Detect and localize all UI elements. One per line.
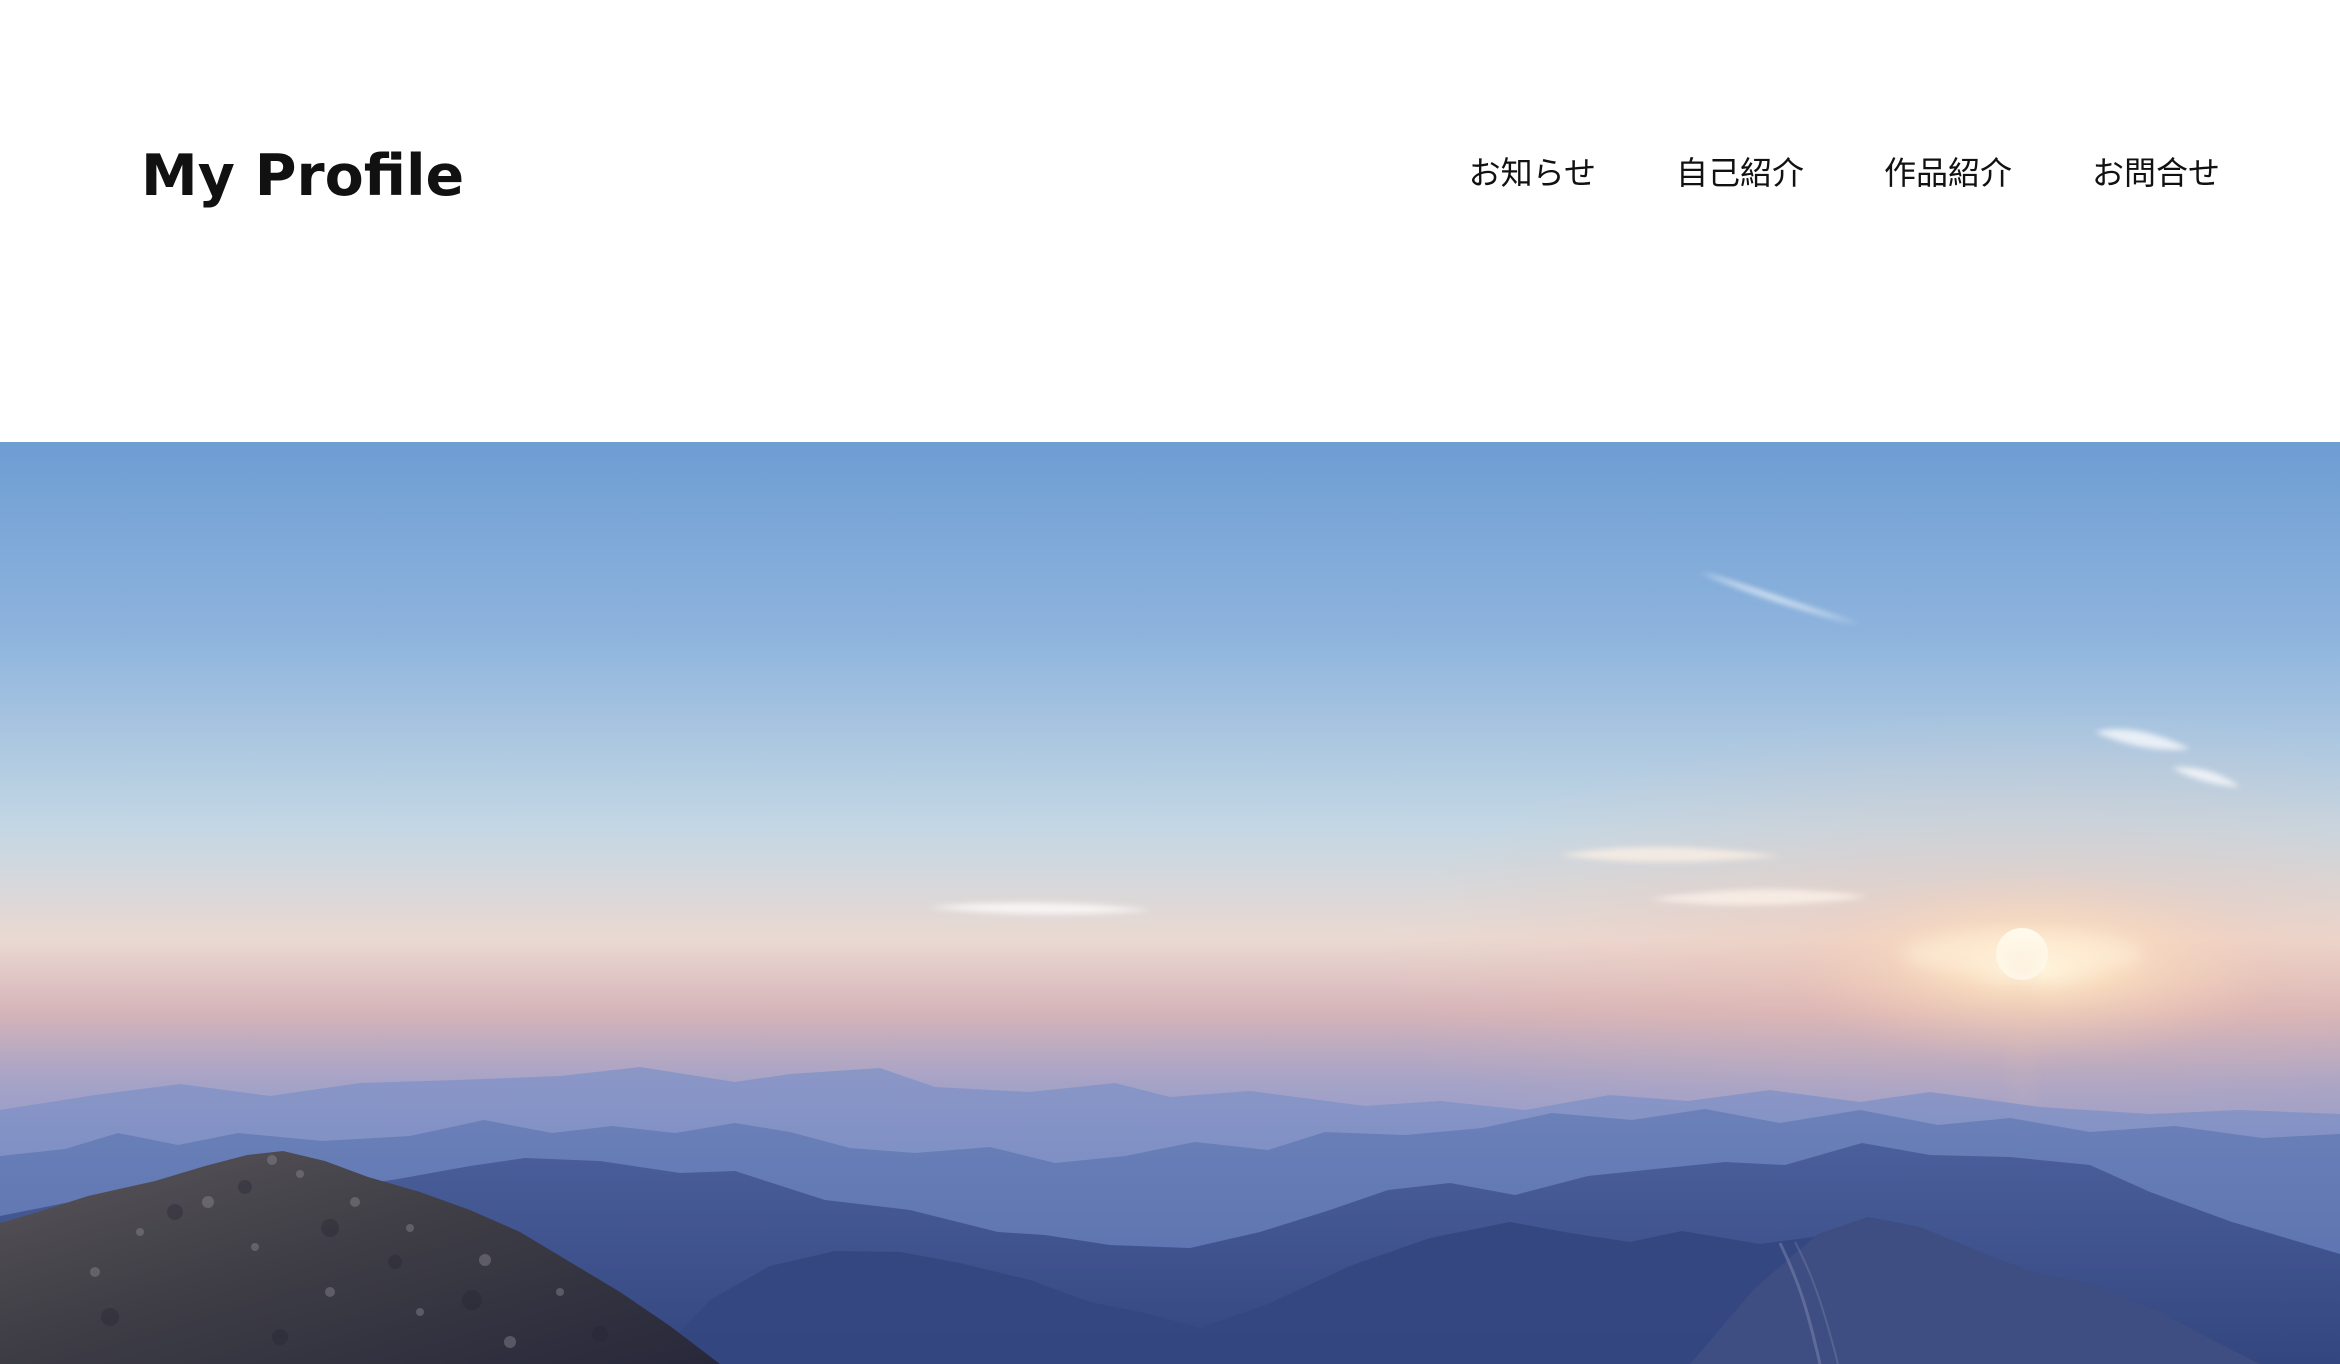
nav-link-works[interactable]: 作品紹介 bbox=[1884, 145, 2012, 201]
site-title[interactable]: My Profile bbox=[141, 136, 464, 216]
mountain-sunrise-image bbox=[0, 442, 2340, 1364]
nav-link-news[interactable]: お知らせ bbox=[1469, 145, 1596, 201]
hero-image bbox=[0, 442, 2340, 1364]
nav-link-contact[interactable]: お問合せ bbox=[2092, 145, 2220, 201]
site-header: My Profile お知らせ 自己紹介 作品紹介 お問合せ bbox=[0, 0, 2340, 442]
page: My Profile お知らせ 自己紹介 作品紹介 お問合せ bbox=[0, 0, 2340, 1364]
global-nav: お知らせ 自己紹介 作品紹介 お問合せ bbox=[1469, 145, 2220, 201]
nav-link-about[interactable]: 自己紹介 bbox=[1676, 145, 1804, 201]
